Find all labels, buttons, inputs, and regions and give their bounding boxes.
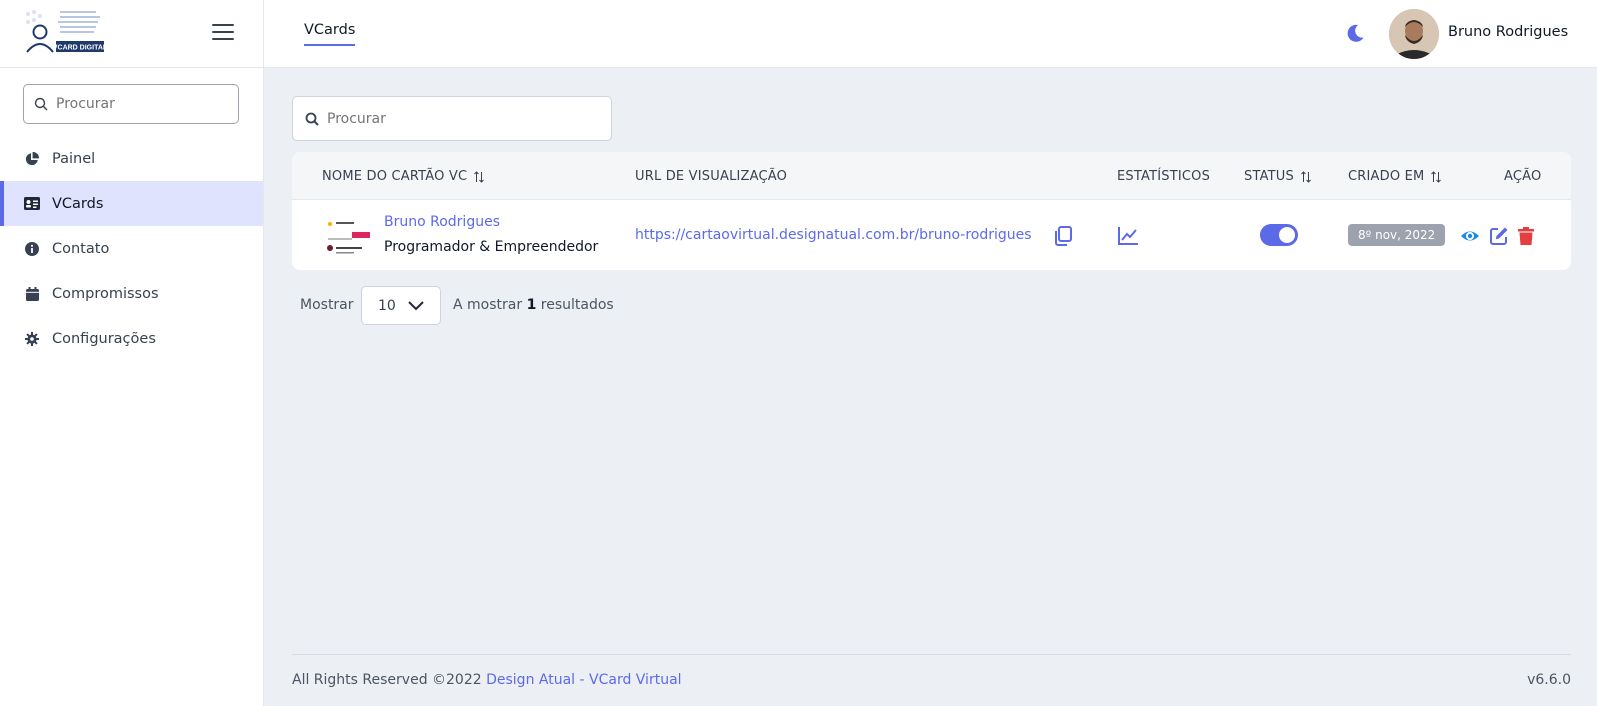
column-header-stats: ESTATÍSTICOS xyxy=(1117,169,1210,184)
search-icon xyxy=(34,97,48,111)
app-version: v6.6.0 xyxy=(1527,672,1571,688)
sidebar-item-vcards[interactable]: VCards xyxy=(0,181,263,226)
sidebar-nav: Painel VCards Contato Compromissos Confi… xyxy=(0,136,263,361)
footer-divider xyxy=(292,654,1571,655)
avatar[interactable] xyxy=(1389,9,1439,59)
sidebar-item-contato[interactable]: Contato xyxy=(0,226,263,271)
column-header-name[interactable]: NOME DO CARTÃO VC xyxy=(322,169,485,184)
tab-vcards[interactable]: VCards xyxy=(304,22,356,46)
column-header-label: CRIADO EM xyxy=(1348,169,1425,184)
vcard-role: Programador & Empreendedor xyxy=(384,239,599,255)
created-date-badge: 8º nov, 2022 xyxy=(1348,224,1446,246)
sidebar-search xyxy=(23,84,239,124)
dark-mode-moon-icon[interactable] xyxy=(1344,22,1366,44)
sidebar-item-painel[interactable]: Painel xyxy=(0,136,263,181)
sidebar-search-input[interactable] xyxy=(56,96,216,112)
sort-icon xyxy=(1431,170,1442,183)
footer-rights: All Rights Reserved ©2022 xyxy=(292,672,482,688)
delete-trash-icon[interactable] xyxy=(1516,226,1536,246)
results-suffix: resultados xyxy=(540,297,614,313)
hamburger-line xyxy=(212,24,234,26)
vcards-table: NOME DO CARTÃO VC URL DE VISUALIZAÇÃO ES… xyxy=(292,152,1571,270)
column-header-action: AÇÃO xyxy=(1504,169,1541,184)
per-page-select[interactable]: 10 xyxy=(361,286,441,325)
sidebar-item-label: Configurações xyxy=(52,330,156,347)
sidebar: VCARD DIGITAL Painel VCards xyxy=(0,0,264,706)
status-toggle[interactable] xyxy=(1260,224,1298,246)
hamburger-line xyxy=(212,31,234,33)
chevron-down-icon xyxy=(408,301,424,311)
column-header-label: AÇÃO xyxy=(1504,169,1542,184)
top-header: VCards Bruno Rodrigues xyxy=(264,0,1597,68)
user-name[interactable]: Bruno Rodrigues xyxy=(1448,24,1568,40)
column-header-created[interactable]: CRIADO EM xyxy=(1348,169,1442,184)
copy-icon[interactable] xyxy=(1052,225,1074,247)
column-header-label: ESTATÍSTICOS xyxy=(1117,169,1211,184)
sidebar-item-label: Painel xyxy=(52,150,96,167)
vcard-name-link[interactable]: Bruno Rodrigues xyxy=(384,214,500,230)
vcard-url-link[interactable]: https://cartaovirtual.designatual.com.br… xyxy=(635,227,1032,243)
pie-chart-icon xyxy=(24,151,40,167)
search-icon xyxy=(305,112,319,126)
sort-icon xyxy=(474,170,485,183)
footer-link[interactable]: Design Atual - VCard Virtual xyxy=(486,672,681,688)
sidebar-item-label: VCards xyxy=(52,195,104,212)
vcards-search xyxy=(292,96,612,141)
menu-toggle-button[interactable] xyxy=(212,22,234,42)
results-count: A mostrar 1 resultados xyxy=(453,297,614,313)
results-prefix: A mostrar xyxy=(453,297,523,313)
id-card-icon xyxy=(24,196,40,212)
sort-icon xyxy=(1301,170,1311,183)
logo-text: VCARD DIGITAL xyxy=(53,45,108,52)
calendar-icon xyxy=(24,286,40,302)
results-number: 1 xyxy=(526,297,537,313)
per-page-value: 10 xyxy=(378,297,396,314)
vcards-search-input[interactable] xyxy=(327,110,587,127)
column-header-label: STATUS xyxy=(1244,169,1294,184)
column-header-status[interactable]: STATUS xyxy=(1244,169,1312,184)
gear-icon xyxy=(24,331,40,347)
footer-copyright: All Rights Reserved ©2022 Design Atual -… xyxy=(292,672,682,688)
column-header-url: URL DE VISUALIZAÇÃO xyxy=(635,169,787,184)
sidebar-item-label: Compromissos xyxy=(52,285,159,302)
per-page-label: Mostrar xyxy=(300,297,354,313)
table-row: Bruno Rodrigues Programador & Empreended… xyxy=(292,200,1571,270)
column-header-label: URL DE VISUALIZAÇÃO xyxy=(635,169,788,184)
sidebar-header: VCARD DIGITAL xyxy=(0,0,263,68)
sidebar-item-label: Contato xyxy=(52,240,110,257)
hamburger-line xyxy=(212,38,234,40)
vcard-thumbnail[interactable] xyxy=(324,214,370,260)
line-chart-icon[interactable] xyxy=(1117,226,1139,246)
table-header: NOME DO CARTÃO VC URL DE VISUALIZAÇÃO ES… xyxy=(292,152,1571,200)
vcard-digital-logo[interactable]: VCARD DIGITAL xyxy=(24,8,108,56)
view-eye-icon[interactable] xyxy=(1460,226,1480,246)
column-header-label: NOME DO CARTÃO VC xyxy=(322,169,468,184)
info-icon xyxy=(24,241,40,257)
edit-icon[interactable] xyxy=(1489,226,1509,246)
sidebar-item-configuracoes[interactable]: Configurações xyxy=(0,316,263,361)
sidebar-item-compromissos[interactable]: Compromissos xyxy=(0,271,263,316)
